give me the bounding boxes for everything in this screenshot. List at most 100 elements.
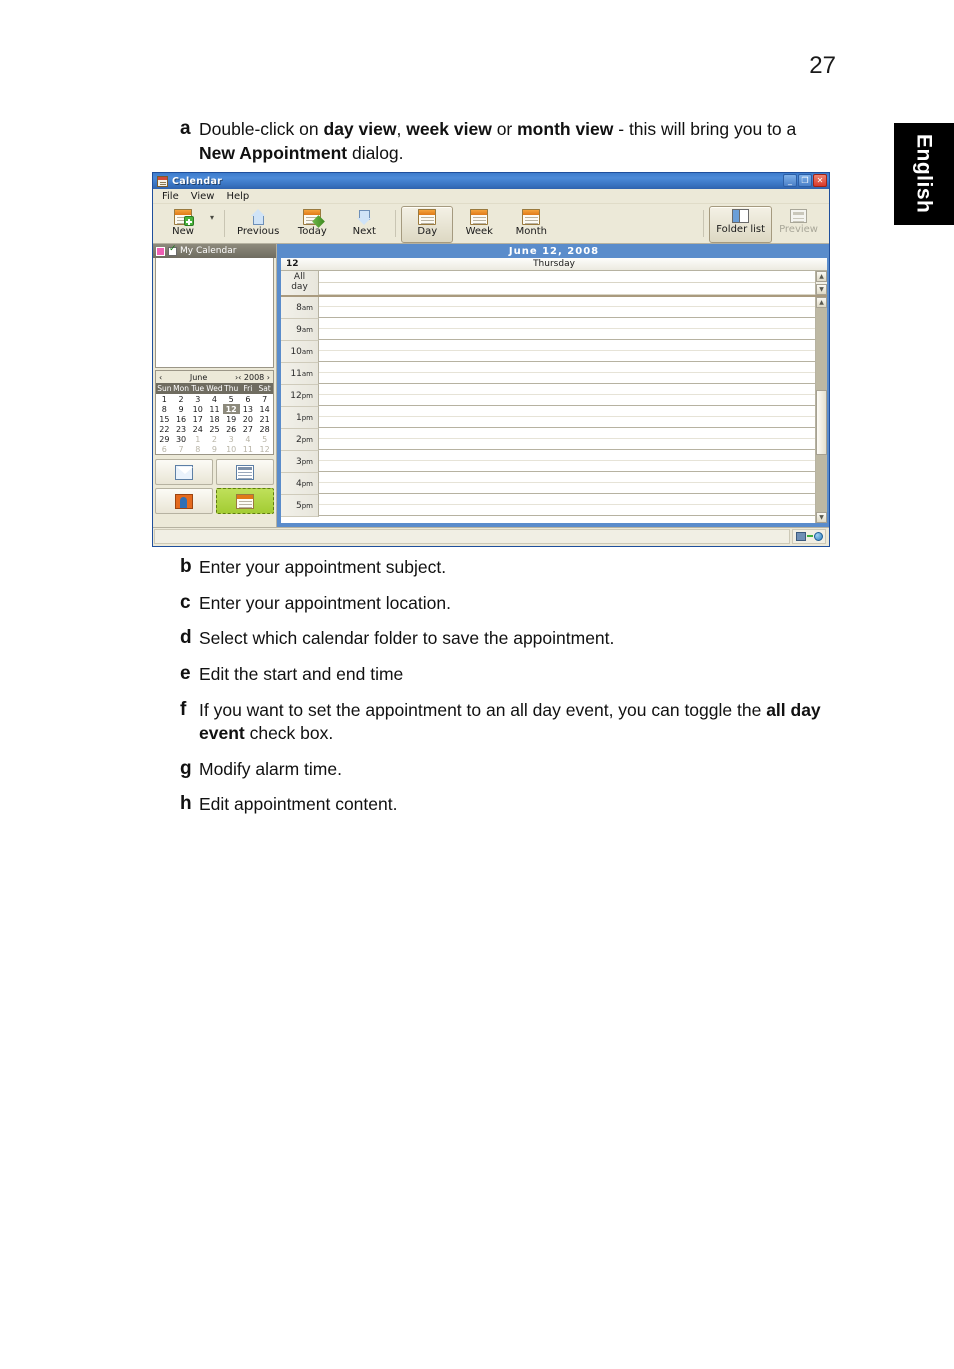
half-hour-slot[interactable]	[319, 341, 815, 351]
half-hour-slot[interactable]	[319, 307, 815, 318]
half-hour-slot[interactable]	[319, 483, 815, 494]
mini-calendar-day[interactable]: 3	[189, 394, 207, 404]
hour-rows[interactable]: 8 am 9 am 10 am 11 am 12 pm 1 pm 2 pm 3 pm 4 pm 5 pm	[281, 297, 815, 523]
half-hour-slot[interactable]	[319, 473, 815, 483]
next-button[interactable]: Next	[338, 206, 390, 243]
half-hour-slot[interactable]	[319, 373, 815, 384]
mini-calendar-day[interactable]: 29	[156, 434, 173, 444]
mini-calendar-day[interactable]: 7	[256, 394, 273, 404]
mail-shortcut-button[interactable]	[155, 459, 213, 485]
mini-calendar-day[interactable]: 26	[222, 424, 240, 434]
news-shortcut-button[interactable]	[216, 459, 274, 485]
all-day-slot-area[interactable]	[319, 271, 815, 295]
previous-button[interactable]: Previous	[230, 206, 286, 243]
hour-slot-area[interactable]	[319, 495, 815, 517]
week-view-button[interactable]: Week	[453, 206, 505, 243]
mini-calendar-day[interactable]: 6	[156, 444, 173, 454]
half-hour-slot[interactable]	[319, 329, 815, 340]
mini-calendar-day[interactable]: 10	[189, 404, 207, 414]
restore-button[interactable]: ❐	[798, 174, 812, 187]
scroll-track-upper[interactable]	[816, 308, 827, 390]
mini-calendar-day-rows[interactable]: 1 2 3 4 5 6 7 8 9 10 11 12 13 14 15 16 17 18 19 20 21 22 23 24 2…	[156, 394, 273, 454]
mini-calendar-day[interactable]: 24	[189, 424, 207, 434]
folder-header[interactable]: My Calendar	[153, 244, 276, 258]
day-view-button[interactable]: Day	[401, 206, 454, 243]
folder-list-button[interactable]: Folder list	[709, 206, 773, 243]
mini-calendar-day[interactable]: 28	[256, 424, 273, 434]
half-hour-slot[interactable]	[319, 395, 815, 406]
contacts-shortcut-button[interactable]	[155, 488, 213, 514]
hour-slot-area[interactable]	[319, 429, 815, 451]
all-day-row[interactable]: All day ▲ ▼	[281, 271, 827, 297]
mini-calendar-day[interactable]: 14	[256, 404, 273, 414]
hour-row[interactable]: 10 am	[281, 341, 815, 363]
scroll-track-lower[interactable]	[816, 454, 827, 512]
mini-calendar-day[interactable]: 19	[222, 414, 240, 424]
mini-calendar-day[interactable]: 25	[206, 424, 223, 434]
half-hour-slot[interactable]	[319, 451, 815, 461]
menu-item-file[interactable]: File	[162, 191, 179, 202]
today-button[interactable]: Today	[286, 206, 338, 243]
hour-slot-area[interactable]	[319, 385, 815, 407]
hour-slot-area[interactable]	[319, 407, 815, 429]
half-hour-slot[interactable]	[319, 439, 815, 450]
hour-row[interactable]: 8 am	[281, 297, 815, 319]
half-hour-slot[interactable]	[319, 297, 815, 307]
hour-row[interactable]: 2 pm	[281, 429, 815, 451]
close-button[interactable]: ✕	[813, 174, 827, 187]
half-hour-slot[interactable]	[319, 351, 815, 362]
scroll-track[interactable]	[816, 308, 827, 512]
mini-next-year-arrow-icon[interactable]: ›	[267, 373, 270, 382]
mini-calendar-day[interactable]: 10	[222, 444, 240, 454]
menu-item-view[interactable]: View	[191, 191, 215, 202]
menu-item-help[interactable]: Help	[226, 191, 249, 202]
scroll-thumb[interactable]	[816, 389, 827, 455]
mini-calendar-day[interactable]: 6	[239, 394, 257, 404]
mini-calendar-day[interactable]: 27	[239, 424, 257, 434]
mini-calendar-day[interactable]: 8	[189, 444, 207, 454]
mini-calendar-day[interactable]: 2	[172, 394, 190, 404]
hour-slot-area[interactable]	[319, 297, 815, 319]
new-dropdown-arrow-icon[interactable]: ▾	[209, 206, 219, 243]
hour-row[interactable]: 4 pm	[281, 473, 815, 495]
hour-row[interactable]: 11 am	[281, 363, 815, 385]
calendar-application-window[interactable]: Calendar _ ❐ ✕ File View Help New ▾ Prev…	[152, 172, 830, 547]
hour-slot-area[interactable]	[319, 363, 815, 385]
all-day-slot[interactable]	[319, 271, 815, 283]
half-hour-slot[interactable]	[319, 505, 815, 516]
new-button[interactable]: New	[157, 206, 209, 243]
calendar-shortcut-button[interactable]	[216, 488, 274, 514]
minimize-button[interactable]: _	[783, 174, 797, 187]
mini-calendar-day[interactable]: 11	[206, 404, 223, 414]
connection-status-indicator[interactable]	[792, 528, 826, 544]
hour-row[interactable]: 3 pm	[281, 451, 815, 473]
all-day-scroll-up-icon[interactable]: ▲	[816, 271, 827, 282]
scroll-up-icon[interactable]: ▲	[816, 297, 827, 308]
mini-calendar-day-selected[interactable]: 12	[222, 404, 240, 414]
hour-row[interactable]: 5 pm	[281, 495, 815, 517]
half-hour-slot[interactable]	[319, 495, 815, 505]
folder-list-panel[interactable]	[155, 258, 274, 368]
mini-calendar-day[interactable]: 2	[206, 434, 223, 444]
all-day-scroll-track[interactable]	[816, 282, 827, 284]
mini-calendar-day[interactable]: 17	[189, 414, 207, 424]
scroll-down-icon[interactable]: ▼	[816, 512, 827, 523]
half-hour-slot[interactable]	[319, 363, 815, 373]
mini-calendar-day[interactable]: 1	[189, 434, 207, 444]
hour-slot-area[interactable]	[319, 451, 815, 473]
hour-slot-area[interactable]	[319, 473, 815, 495]
month-view-button[interactable]: Month	[505, 206, 557, 243]
mini-calendar-day[interactable]: 30	[172, 434, 190, 444]
mini-calendar-day[interactable]: 7	[172, 444, 190, 454]
mini-calendar-day[interactable]: 5	[222, 394, 240, 404]
hour-row[interactable]: 9 am	[281, 319, 815, 341]
mini-calendar-day[interactable]: 5	[256, 434, 273, 444]
mini-calendar-day[interactable]: 1	[156, 394, 173, 404]
half-hour-slot[interactable]	[319, 461, 815, 472]
all-day-scroll-down-icon[interactable]: ▼	[816, 284, 827, 295]
mini-calendar-day[interactable]: 4	[206, 394, 223, 404]
mini-calendar-day[interactable]: 16	[172, 414, 190, 424]
mini-calendar-day[interactable]: 13	[239, 404, 257, 414]
hour-row[interactable]: 12 pm	[281, 385, 815, 407]
half-hour-slot[interactable]	[319, 319, 815, 329]
